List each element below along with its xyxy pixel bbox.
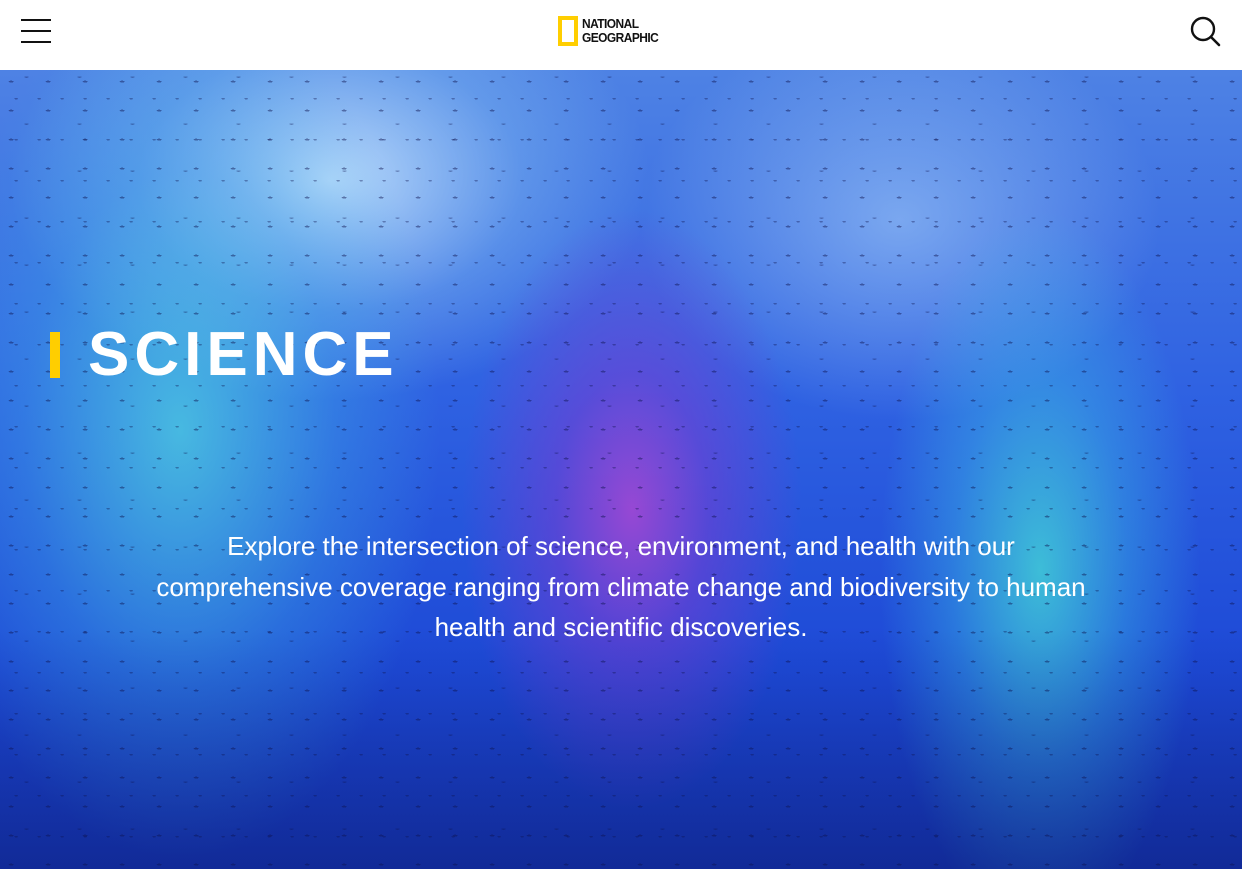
logo-line-geographic: GEOGRAPHIC: [582, 30, 659, 45]
hamburger-menu-icon[interactable]: [16, 12, 56, 50]
logo-wordmark: NATIONAL GEOGRAPHIC: [582, 16, 659, 45]
section-description: Explore the intersection of science, env…: [156, 531, 1086, 642]
site-header: NATIONAL GEOGRAPHIC: [0, 0, 1242, 70]
logo-line-national: NATIONAL: [582, 16, 639, 31]
menu-line: [21, 19, 51, 21]
search-icon-svg: [1190, 16, 1221, 47]
national-geographic-logo[interactable]: NATIONAL GEOGRAPHIC: [558, 13, 684, 49]
hero-overlay: [0, 70, 1242, 869]
menu-line: [21, 30, 51, 32]
page-title: SCIENCE: [88, 320, 399, 389]
section-heading: SCIENCE: [50, 322, 399, 388]
hero-banner: SCIENCE Explore the intersection of scie…: [0, 70, 1242, 869]
title-accent-bar: [50, 332, 60, 378]
menu-line: [21, 41, 51, 43]
yellow-frame-icon: [558, 16, 578, 46]
search-icon[interactable]: [1186, 12, 1226, 52]
